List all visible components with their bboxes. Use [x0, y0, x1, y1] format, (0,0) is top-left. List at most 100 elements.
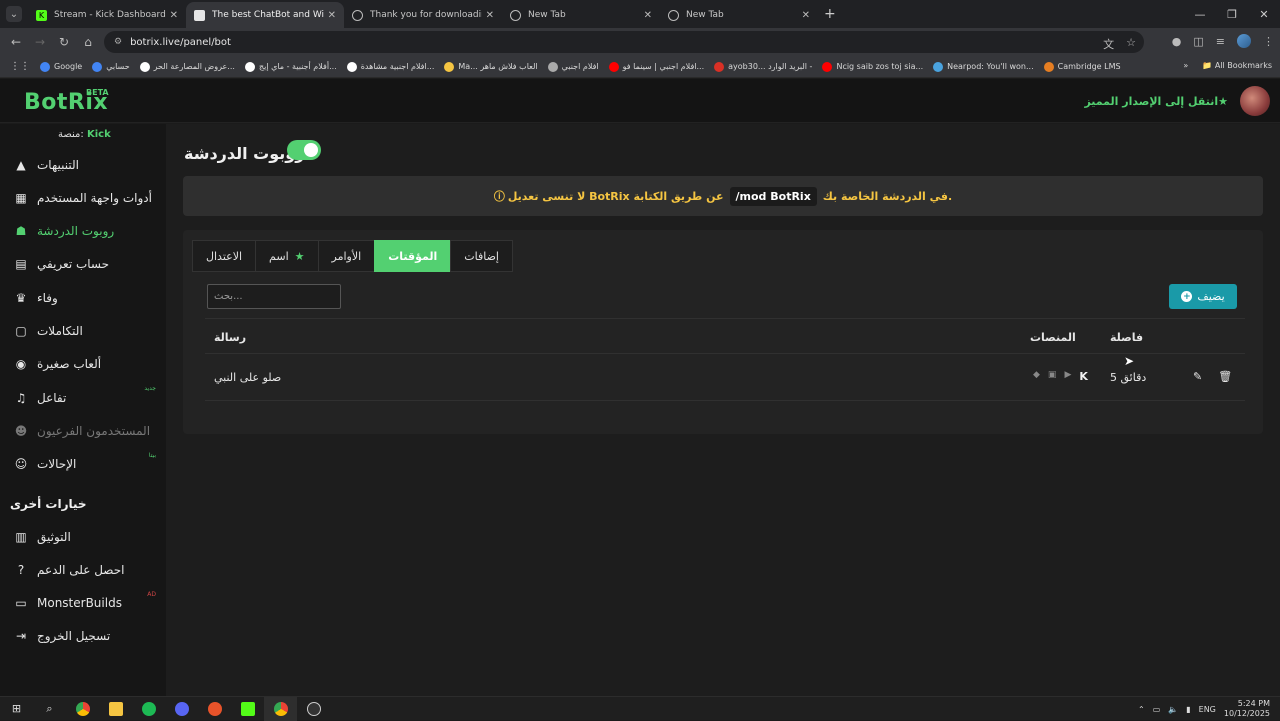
platform-value[interactable]: Kick [87, 129, 111, 140]
premium-link[interactable]: ★انتقل إلى الإصدار المميز [1084, 95, 1228, 108]
profile-avatar[interactable] [1237, 34, 1251, 48]
user-avatar[interactable] [1240, 86, 1270, 116]
chrome-taskbar-icon[interactable] [66, 697, 99, 721]
windows-taskbar: ⊞ ⌕ ⌃ ▭ 🔈 ▮ ENG 5:24 PM 10/12/2025 [0, 696, 1280, 721]
file-explorer-icon[interactable] [99, 697, 132, 721]
bookmark-item[interactable]: افلام اجنبي [547, 61, 599, 72]
discord-icon[interactable] [165, 697, 198, 721]
new-tab-icon[interactable]: + [824, 6, 836, 22]
app-orange-icon[interactable] [198, 697, 231, 721]
sidebar-item[interactable]: ☗ روبوت الدردشة [0, 215, 166, 248]
extensions-icon[interactable]: ◫ [1193, 35, 1203, 48]
tab-title: The best ChatBot and Widgets [212, 10, 324, 20]
sidebar-item[interactable]: ♛ وفاء [0, 281, 166, 314]
tab-commands[interactable]: الأوامر [317, 240, 376, 272]
search-icon[interactable]: ⌕ [33, 697, 66, 721]
sidebar-item[interactable]: ▥ التوثيق [0, 520, 166, 553]
back-icon[interactable]: ← [4, 35, 28, 49]
chrome-active-icon[interactable] [264, 696, 297, 721]
browser-tab[interactable]: K Stream - Kick Dashboard ✕ [28, 2, 186, 28]
tab-label: المؤقتات [388, 249, 438, 263]
mod-notice: ⓘ لا تنسى تعديل BotRix عن طريق الكتابة /… [183, 176, 1263, 216]
bookmark-label: افلام اجنبي [561, 62, 599, 71]
sidebar-item[interactable]: ▤ حساب تعريفي [0, 248, 166, 281]
close-tab-icon[interactable]: ✕ [486, 10, 494, 21]
tab-moderation[interactable]: الاعتدال [192, 240, 257, 272]
volume-icon[interactable]: 🔈 [1168, 705, 1178, 714]
media-icon[interactable]: ≡ [1216, 35, 1225, 48]
close-tab-icon[interactable]: ✕ [802, 10, 810, 21]
extension-dot-icon[interactable]: ● [1172, 35, 1182, 48]
sidebar-item[interactable]: ▦ أدوات واجهة المستخدم [0, 181, 166, 214]
bookmark-favicon-icon [444, 61, 455, 72]
apps-icon[interactable]: ⋮⋮ [10, 61, 30, 72]
translate-icon[interactable]: 文 [1103, 36, 1114, 52]
battery-icon[interactable]: ▮ [1186, 705, 1190, 714]
address-bar[interactable]: ⚙ botrix.live/panel/bot 文 ☆ [104, 31, 1144, 53]
bookmark-item[interactable]: Cambridge LMS [1043, 61, 1121, 72]
forward-icon[interactable]: → [28, 35, 52, 49]
bookmark-item[interactable]: Ma... العاب فلاش ماهر [444, 61, 538, 72]
bookmark-item[interactable]: عروض المصارعة الحر... [139, 61, 235, 72]
home-icon[interactable]: ⌂ [76, 35, 100, 49]
sidebar-item[interactable]: ☺ الإحالات بيتا [0, 448, 166, 481]
language-indicator[interactable]: ENG [1199, 705, 1216, 714]
panel-tabs: الاعتدال اسم ★ الأوامر المؤقتات إضافات [192, 240, 513, 272]
spotify-icon[interactable] [132, 697, 165, 721]
site-info-icon[interactable]: ⚙ [114, 37, 122, 47]
close-tab-icon[interactable]: ✕ [170, 10, 178, 21]
bookmark-item[interactable]: Google [40, 61, 82, 72]
chatbot-toggle[interactable] [287, 140, 321, 160]
trash-icon[interactable]: 🗑 [1218, 370, 1232, 383]
tray-chevron-icon[interactable]: ⌃ [1138, 705, 1145, 714]
sidebar-item[interactable]: ▲ التنبيهات [0, 148, 166, 181]
edit-icon[interactable]: ✎ [1193, 370, 1202, 383]
bookmark-item[interactable]: أفلام أجنبية - ماي إيج... [244, 61, 337, 72]
sidebar-item[interactable]: ? احصل على الدعم [0, 553, 166, 586]
timers-panel: الاعتدال اسم ★ الأوامر المؤقتات إضافات + … [183, 230, 1263, 434]
sidebar-item[interactable]: ▭ MonsterBuilds AD [0, 587, 166, 620]
all-bookmarks[interactable]: 📁 All Bookmarks [1202, 61, 1272, 70]
sidebar-item[interactable]: ♫ تفاعل جديد [0, 381, 166, 414]
obs-icon[interactable] [297, 697, 330, 721]
reload-icon[interactable]: ↻ [52, 35, 76, 49]
maximize-icon[interactable]: ❐ [1216, 8, 1248, 21]
menu-dots-icon[interactable]: ⋮ [1263, 35, 1274, 48]
close-window-icon[interactable]: ✕ [1248, 8, 1280, 21]
browser-tab[interactable]: New Tab ✕ [660, 2, 818, 28]
browser-tab[interactable]: New Tab ✕ [502, 2, 660, 28]
browser-tab-active[interactable]: The best ChatBot and Widgets ✕ [186, 2, 344, 28]
sidebar-item[interactable]: ▢ التكاملات [0, 315, 166, 348]
add-button-label: يضيف [1197, 290, 1225, 303]
tab-name[interactable]: اسم ★ [255, 240, 319, 272]
close-tab-icon[interactable]: ✕ [328, 10, 336, 21]
add-timer-button[interactable]: + يضيف [1169, 284, 1237, 309]
tab-addons[interactable]: إضافات [450, 240, 513, 272]
kick-studio-icon[interactable] [231, 697, 264, 721]
tab-search-icon[interactable]: ⌄ [6, 6, 22, 22]
search-input[interactable] [207, 284, 341, 309]
bookmark-item[interactable]: افلام اجنبي | سينما فو... [608, 61, 704, 72]
row-interval: 5 دقائق [1110, 371, 1147, 384]
more-bookmarks-icon[interactable]: » [1183, 61, 1188, 70]
browser-tab[interactable]: Thank you for downloading An ✕ [344, 2, 502, 28]
bookmark-star-icon[interactable]: ☆ [1126, 36, 1136, 52]
platform-indicator: منصة: Kick [58, 129, 111, 140]
sidebar-item-label: التوثيق [37, 529, 71, 544]
id-card-icon: ▤ [15, 257, 27, 272]
sidebar-item[interactable]: ◉ ألعاب صغيرة [0, 348, 166, 381]
bookmark-item[interactable]: ayob30... البريد الوارد - [714, 61, 812, 72]
bookmark-label: افلام اجنبية مشاهدة... [360, 62, 435, 71]
network-icon[interactable]: ▭ [1153, 705, 1161, 714]
tab-timers[interactable]: المؤقتات [374, 240, 452, 272]
bookmark-item[interactable]: Nearpod: You'll won... [933, 61, 1034, 72]
sidebar-item[interactable]: ☻ المستخدمون الفرعيون [0, 414, 166, 447]
close-tab-icon[interactable]: ✕ [644, 10, 652, 21]
minimize-icon[interactable]: — [1184, 8, 1216, 21]
bookmark-item[interactable]: افلام اجنبية مشاهدة... [346, 61, 435, 72]
bookmark-item[interactable]: حسابي [92, 61, 130, 72]
bookmark-item[interactable]: Ncig saib zos toj sia... [822, 61, 923, 72]
sidebar-item[interactable]: ⇥ تسجيل الخروج [0, 620, 166, 653]
windows-start-icon[interactable]: ⊞ [0, 697, 33, 721]
clock[interactable]: 5:24 PM 10/12/2025 [1224, 699, 1270, 719]
